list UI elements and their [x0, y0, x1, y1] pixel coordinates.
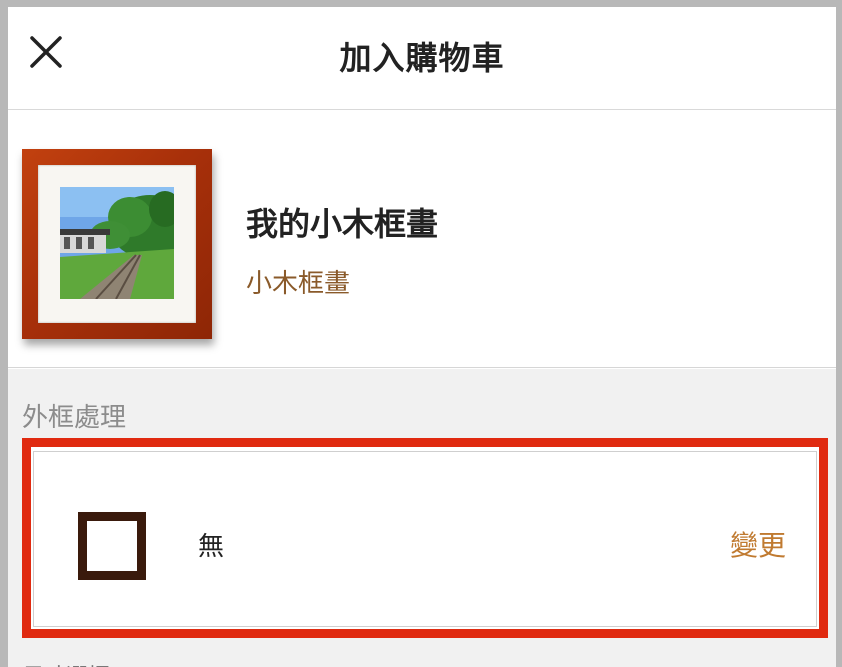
add-to-cart-sheet: 加入購物車 我的小木框畫 小木框畫 外框處理 無 變更: [8, 7, 836, 667]
next-section-label: 尺寸選擇: [22, 659, 182, 667]
product-subtitle: 小木框畫: [246, 269, 351, 299]
sheet-header: 加入購物車: [8, 7, 836, 110]
product-thumbnail: [22, 149, 212, 339]
product-name: 我的小木框畫: [246, 205, 439, 243]
frame-option-card[interactable]: 無 變更: [22, 438, 828, 638]
change-button[interactable]: 變更: [730, 524, 786, 564]
section-label: 外框處理: [22, 403, 127, 433]
product-summary: 我的小木框畫 小木框畫: [8, 111, 836, 368]
page-title: 加入購物車: [339, 39, 505, 77]
thumbnail-mat: [38, 165, 196, 323]
frame-option-value: 無: [198, 532, 225, 562]
frame-option-inner: 無 變更: [33, 451, 817, 627]
frame-treatment-section: 外框處理 無 變更 尺寸選擇: [8, 369, 836, 667]
frame-swatch-icon: [78, 512, 146, 580]
thumbnail-photo: [60, 187, 174, 299]
